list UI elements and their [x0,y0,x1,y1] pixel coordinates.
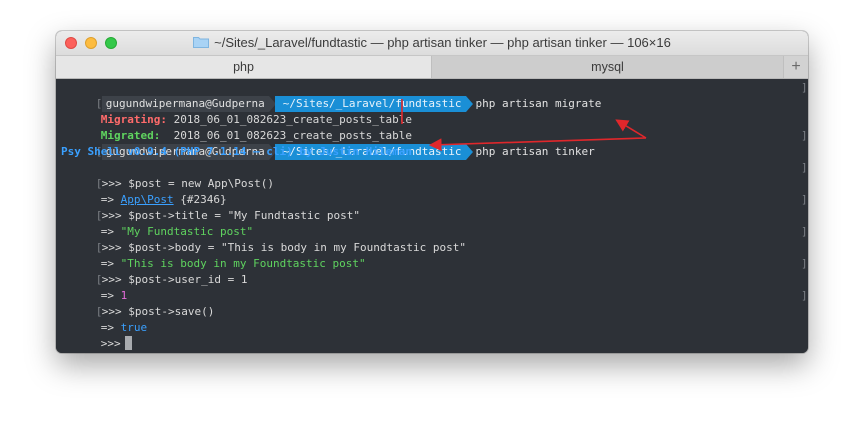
tab-bar: php mysql + [56,56,808,79]
repl-input-line: [>>> $post = new App\Post() [56,160,274,190]
repl-input-line: [>>> $post->body = "This is body in my F… [56,224,466,254]
repl-input-line: [>>> $post->save() [56,288,215,318]
migrated-line: Migrated: 2018_06_01_082623_create_posts… [61,112,412,142]
repl-result-line: => App\Post {#2346} [61,176,227,206]
window-title-text: ~/Sites/_Laravel/fundtastic — php artisa… [214,35,671,50]
repl-input-line: [>>> $post->user_id = 1 [56,256,248,286]
migrating-line: Migrating: 2018_06_01_082623_create_post… [61,96,412,126]
right-bracket: ] [801,289,808,302]
new-tab-button[interactable]: + [784,56,808,78]
right-bracket: ] [801,193,808,206]
repl-input: $post->user_id = 1 [128,273,248,286]
right-bracket: ] [801,161,808,174]
text-cursor [124,336,132,350]
tab-mysql[interactable]: mysql [432,56,784,78]
repl-input-line: [>>> $post->title = "My Fundtastic post" [56,192,360,222]
right-bracket: ] [801,257,808,270]
repl-result-line: => "This is body in my Foundtastic post" [61,240,366,270]
right-bracket: ] [801,81,808,94]
command-migrate: php artisan migrate [475,97,602,110]
prompt-line-migrate: [gugundwipermana@Gudperna ~/Sites/_Larave… [56,80,601,112]
right-bracket: ] [801,129,808,142]
terminal-output[interactable]: [gugundwipermana@Gudperna ~/Sites/_Larave… [56,79,808,353]
tab-php[interactable]: php [56,56,432,78]
annotation-arrow-to-command [615,119,647,139]
title-bar[interactable]: ~/Sites/_Laravel/fundtastic — php artisa… [56,31,808,56]
repl-active-line[interactable]: >>> [61,320,132,350]
right-bracket: ] [801,225,808,238]
prompt-line-tinker: [gugundwipermana@Gudperna ~/Sites/_Larave… [56,128,595,160]
terminal-window: ~/Sites/_Laravel/fundtastic — php artisa… [56,31,808,353]
folder-icon [193,36,210,48]
repl-result-line: => true [61,304,147,334]
command-tinker: php artisan tinker [475,145,595,158]
repl-prompt: >>> [100,337,121,350]
psy-shell-banner: Psy Shell v0.9.4 (PHP 7.1.14 — cli) by J… [61,145,412,158]
repl-result-line: => "My Fundtastic post" [61,208,253,238]
repl-result-line: => 1 [61,272,128,302]
window-title: ~/Sites/_Laravel/fundtastic — php artisa… [56,31,808,55]
